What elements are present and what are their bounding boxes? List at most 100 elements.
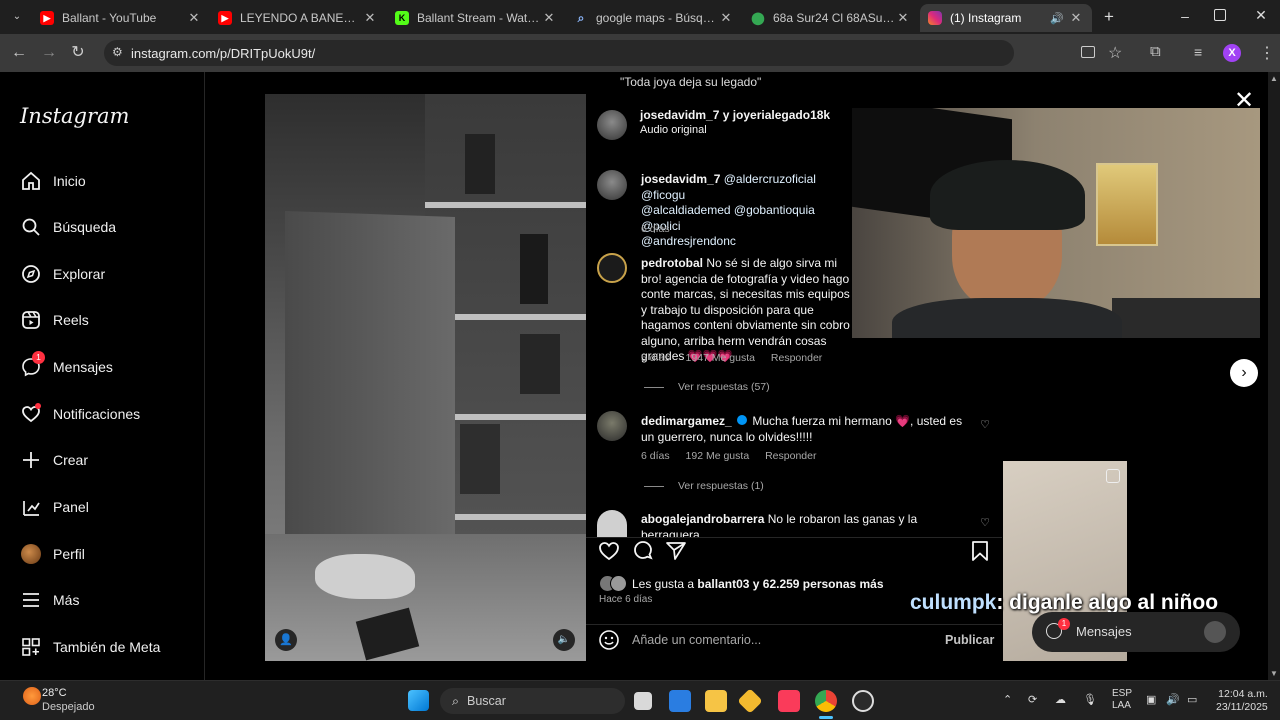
comment-like-heart-icon[interactable]: ♡ bbox=[979, 419, 991, 431]
close-icon[interactable]: ✕ bbox=[895, 10, 911, 26]
windows-start-icon[interactable] bbox=[408, 690, 429, 711]
microsoft-store-icon[interactable] bbox=[669, 690, 691, 712]
extensions-icon[interactable]: ⧉ bbox=[1150, 43, 1161, 60]
likes-user[interactable]: ballant03 bbox=[697, 577, 749, 591]
chrome-icon[interactable] bbox=[815, 690, 837, 712]
share-send-icon[interactable] bbox=[665, 540, 689, 564]
sidebar-item-meta[interactable]: También de Meta bbox=[20, 633, 160, 661]
publish-button[interactable]: Publicar bbox=[945, 633, 994, 647]
view-replies-button[interactable]: Ver respuestas (57) bbox=[644, 381, 770, 393]
video-mute-icon[interactable]: 🔈 bbox=[553, 629, 575, 651]
instagram-logo[interactable]: Instagram bbox=[20, 104, 129, 128]
profile-avatar[interactable]: X bbox=[1223, 44, 1241, 62]
minimize-button[interactable]: – bbox=[1176, 8, 1194, 24]
sidebar-item-perfil[interactable]: Perfil bbox=[20, 540, 85, 568]
comment-username[interactable]: pedrotobal bbox=[641, 256, 703, 270]
sidebar-item-mas[interactable]: Más bbox=[20, 586, 79, 614]
maximize-button[interactable] bbox=[1214, 9, 1226, 21]
window-close-button[interactable]: ✕ bbox=[1252, 7, 1270, 24]
task-view-icon[interactable] bbox=[634, 692, 652, 710]
tray-chevron-icon[interactable]: ⌃ bbox=[1003, 693, 1012, 706]
comment-avatar[interactable] bbox=[597, 253, 627, 283]
sidebar-item-inicio[interactable]: Inicio bbox=[20, 167, 86, 195]
post-video[interactable]: 👤 🔈 bbox=[265, 94, 586, 661]
sidebar-item-explorar[interactable]: Explorar bbox=[20, 260, 105, 288]
post-audio[interactable]: Audio original bbox=[640, 124, 707, 136]
tab-youtube-ballant[interactable]: ▶ Ballant - YouTube ✕ bbox=[32, 4, 210, 32]
comment-likes[interactable]: 1947 Me gusta bbox=[686, 352, 755, 364]
media-control-icon[interactable]: ≡ bbox=[1194, 44, 1202, 60]
comment-username[interactable]: abogalejandrobarrera bbox=[641, 512, 764, 526]
tab-google-search[interactable]: ⌕ google maps - Búsqueda ✕ bbox=[566, 4, 742, 32]
tray-app-icon[interactable]: ⟳ bbox=[1028, 693, 1037, 706]
post-author-avatar[interactable] bbox=[597, 110, 627, 140]
itunes-icon[interactable] bbox=[778, 690, 800, 712]
save-bookmark-icon[interactable] bbox=[969, 540, 993, 564]
site-info-icon[interactable]: ⚙ bbox=[112, 45, 123, 59]
bookmark-star-icon[interactable]: ☆ bbox=[1108, 43, 1122, 63]
comment-avatar[interactable] bbox=[597, 510, 627, 537]
battery-icon[interactable]: ▭ bbox=[1187, 693, 1197, 706]
next-post-chevron-icon[interactable]: › bbox=[1230, 359, 1258, 387]
sidebar-item-reels[interactable]: Reels bbox=[20, 306, 89, 334]
comment-likes[interactable]: 192 Me gusta bbox=[686, 450, 750, 462]
url-text[interactable]: instagram.com/p/DRITpUokU9t/ bbox=[131, 46, 315, 61]
new-tab-button[interactable]: + bbox=[1100, 8, 1118, 26]
speaker-icon[interactable]: 🔊 bbox=[1050, 12, 1068, 25]
post-date[interactable]: Hace 6 días bbox=[599, 594, 652, 605]
sidebar-item-crear[interactable]: Crear bbox=[20, 446, 88, 474]
tray-cloud-icon[interactable]: ☁ bbox=[1055, 693, 1066, 706]
tab-youtube-leyendo[interactable]: ▶ LEYENDO A BANEADOS (d ✕ bbox=[210, 4, 386, 32]
scroll-up-arrow-icon[interactable]: ▲ bbox=[1270, 74, 1278, 83]
comment-reply-button[interactable]: Responder bbox=[771, 352, 822, 364]
volume-icon[interactable]: 🔊 bbox=[1166, 693, 1180, 706]
comment-avatar[interactable] bbox=[597, 411, 627, 441]
likes-prefix: Les gusta a bbox=[632, 577, 695, 591]
taskbar-search[interactable]: ⌕ Buscar bbox=[440, 688, 625, 714]
microphone-icon[interactable]: 🎙 bbox=[1083, 693, 1097, 706]
browser-menu-icon[interactable]: ⋮ bbox=[1259, 43, 1275, 63]
comment-username[interactable]: dedimargamez_ bbox=[641, 414, 732, 428]
comment-reply-button[interactable]: Responder bbox=[765, 450, 816, 462]
likers-avatars[interactable] bbox=[599, 575, 629, 592]
weather-widget[interactable]: 28°C Despejado bbox=[18, 685, 118, 717]
comment-like-heart-icon[interactable]: ♡ bbox=[979, 517, 991, 529]
sidebar-item-mensajes[interactable]: 1 Mensajes bbox=[20, 351, 113, 381]
video-user-tag-icon[interactable]: 👤 bbox=[275, 629, 297, 651]
view-replies-button[interactable]: Ver respuestas (1) bbox=[644, 480, 764, 492]
comment-bubble-icon[interactable] bbox=[632, 540, 656, 564]
likes-rest[interactable]: y 62.259 personas más bbox=[753, 577, 884, 591]
page-scrollbar[interactable]: ▲ ▼ bbox=[1268, 72, 1280, 680]
emoji-icon[interactable] bbox=[598, 629, 620, 651]
close-icon[interactable]: ✕ bbox=[186, 10, 202, 26]
post-header-users[interactable]: josedavidm_7 y joyerialegado18k bbox=[640, 108, 830, 122]
tab-search-icon[interactable]: ⌄ bbox=[10, 10, 24, 24]
clock[interactable]: 12:04 a.m. 23/11/2025 bbox=[1216, 688, 1268, 714]
caption-mentions-3[interactable]: @andresjrendonc bbox=[641, 234, 736, 248]
caption-author-avatar[interactable] bbox=[597, 170, 627, 200]
messages-pill[interactable]: 1 Mensajes bbox=[1032, 612, 1240, 652]
scroll-down-arrow-icon[interactable]: ▼ bbox=[1270, 669, 1278, 678]
sidebar-item-panel[interactable]: Panel bbox=[20, 493, 89, 521]
like-heart-icon[interactable] bbox=[598, 540, 622, 564]
close-icon[interactable]: ✕ bbox=[362, 10, 378, 26]
forward-icon[interactable]: → bbox=[39, 43, 59, 63]
tab-kick-stream[interactable]: K Ballant Stream - Watch Liv ✕ bbox=[387, 4, 565, 32]
network-icon[interactable]: ▣ bbox=[1146, 693, 1156, 706]
file-explorer-icon[interactable] bbox=[705, 690, 727, 712]
close-icon[interactable]: ✕ bbox=[541, 10, 557, 26]
sidebar-item-busqueda[interactable]: Búsqueda bbox=[20, 213, 116, 241]
install-app-icon[interactable] bbox=[1081, 46, 1095, 58]
close-icon[interactable]: ✕ bbox=[718, 10, 734, 26]
reload-icon[interactable]: ↻ bbox=[68, 43, 88, 63]
language-indicator[interactable]: ESP LAA bbox=[1112, 688, 1132, 712]
sidebar-item-notificaciones[interactable]: Notificaciones bbox=[20, 400, 140, 428]
back-icon[interactable]: ← bbox=[9, 43, 29, 63]
close-icon[interactable]: ✕ bbox=[1068, 10, 1084, 26]
tab-instagram[interactable]: (1) Instagram 🔊 ✕ bbox=[920, 4, 1092, 32]
tab-google-maps[interactable]: ⬤ 68a Sur24 Cl 68ASur - Goo ✕ bbox=[743, 4, 919, 32]
reels-icon bbox=[20, 309, 42, 331]
obs-icon[interactable] bbox=[852, 690, 874, 712]
caption-username[interactable]: josedavidm_7 bbox=[641, 172, 720, 186]
comment-input[interactable]: Añade un comentario... bbox=[632, 633, 932, 647]
